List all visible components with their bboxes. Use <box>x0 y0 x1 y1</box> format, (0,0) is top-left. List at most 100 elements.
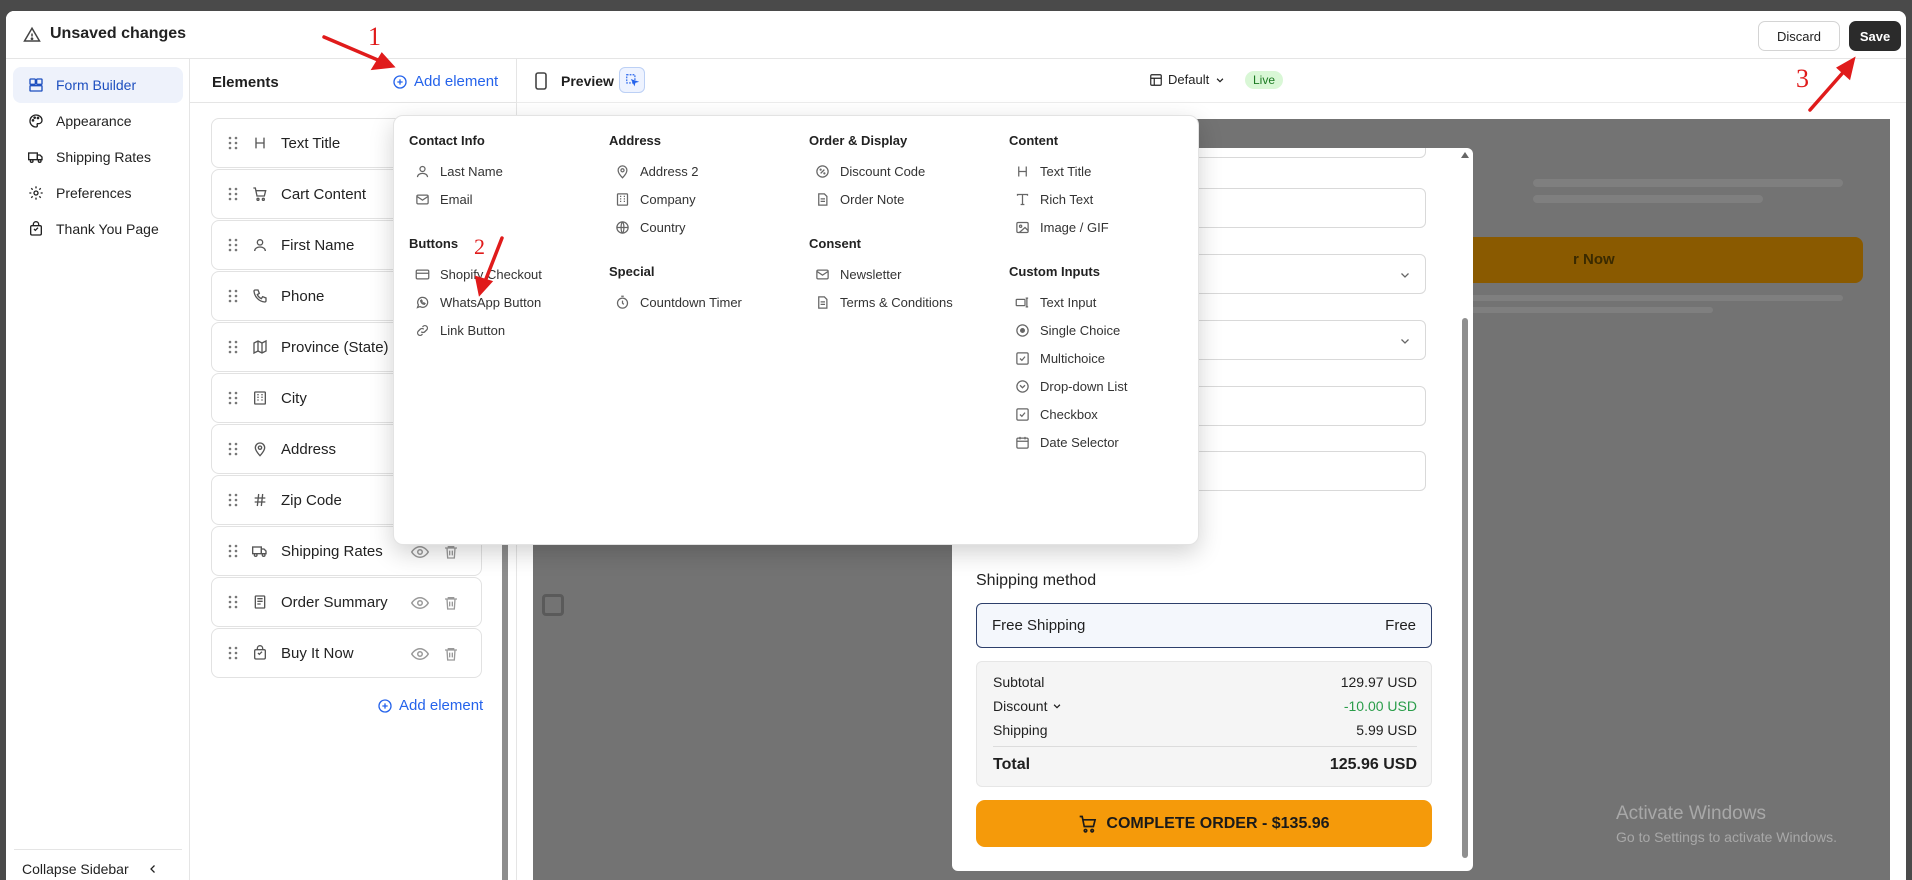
plus-circle-icon <box>378 698 392 713</box>
add-element-label: Add element <box>414 73 499 90</box>
discount-toggle[interactable]: Discount <box>993 698 1062 714</box>
backdrop-text-line <box>1463 307 1713 313</box>
drag-handle-icon[interactable] <box>228 289 238 303</box>
drag-handle-icon[interactable] <box>228 391 238 405</box>
drag-handle-icon[interactable] <box>228 238 238 252</box>
drag-handle-icon[interactable] <box>228 442 238 456</box>
menu-item-country[interactable]: Country <box>615 218 686 236</box>
menu-item-single-choice[interactable]: Single Choice <box>1015 321 1120 339</box>
menu-category-consent: Consent <box>809 236 861 251</box>
shipping-option-free[interactable]: Free Shipping Free <box>976 603 1432 648</box>
drag-handle-icon[interactable] <box>228 544 238 558</box>
menu-item-shopify-checkout[interactable]: Shopify Checkout <box>415 265 542 283</box>
summary-label: Total <box>993 756 1031 773</box>
summary-row-subtotal: Subtotal 129.97 USD <box>993 674 1417 690</box>
menu-item-email[interactable]: Email <box>415 190 473 208</box>
save-button[interactable]: Save <box>1849 21 1901 51</box>
cart-icon <box>253 187 267 201</box>
menu-item-label: Terms & Conditions <box>840 294 953 310</box>
sidebar-item-thank-you-page[interactable]: Thank You Page <box>13 211 183 247</box>
menu-item-label: Checkbox <box>1040 406 1098 422</box>
collapse-sidebar-button[interactable]: Collapse Sidebar <box>22 861 159 877</box>
menu-item-image-gif[interactable]: Image / GIF <box>1015 218 1109 236</box>
sidebar-item-form-builder[interactable]: Form Builder <box>13 67 183 103</box>
live-status-badge: Live <box>1245 71 1284 89</box>
add-element-bottom-button[interactable]: Add element <box>377 697 483 714</box>
element-label: City <box>281 389 307 407</box>
menu-item-order-note[interactable]: Order Note <box>815 190 904 208</box>
drag-handle-icon[interactable] <box>228 136 238 150</box>
menu-item-whatsapp-button[interactable]: WhatsApp Button <box>415 293 541 311</box>
menu-item-text-title[interactable]: Text Title <box>1015 162 1091 180</box>
trash-icon[interactable] <box>443 645 459 663</box>
sidebar-item-shipping-rates[interactable]: Shipping Rates <box>13 139 183 175</box>
scroll-up-arrow-icon[interactable] <box>1461 152 1469 158</box>
summary-value: 129.97 USD <box>1340 674 1417 690</box>
menu-item-date-selector[interactable]: Date Selector <box>1015 433 1119 451</box>
eye-icon[interactable] <box>411 543 429 561</box>
unsaved-changes-title: Unsaved changes <box>50 25 187 42</box>
menu-item-label: WhatsApp Button <box>440 294 542 310</box>
plus-circle-icon <box>393 74 407 89</box>
menu-item-dropdown-list[interactable]: Drop-down List <box>1015 377 1127 395</box>
menu-item-label: Date Selector <box>1040 434 1119 450</box>
menu-item-label: Image / GIF <box>1040 219 1109 235</box>
eye-icon[interactable] <box>411 594 429 612</box>
menu-item-checkbox[interactable]: Checkbox <box>1015 405 1098 423</box>
order-summary: Subtotal 129.97 USD Discount -10.00 USD … <box>976 661 1432 787</box>
menu-category-address: Address <box>609 133 662 148</box>
menu-item-discount-code[interactable]: Discount Code <box>815 162 925 180</box>
link-icon <box>417 324 428 336</box>
mobile-device-icon[interactable] <box>535 72 547 90</box>
image-icon <box>1016 221 1029 233</box>
drag-handle-icon[interactable] <box>228 187 238 201</box>
menu-item-last-name[interactable]: Last Name <box>415 162 503 180</box>
cursor-select-icon <box>626 74 639 87</box>
element-label: Text Title <box>281 134 341 152</box>
note-icon <box>818 192 828 206</box>
menu-item-terms-conditions[interactable]: Terms & Conditions <box>815 293 953 311</box>
chevron-down-icon <box>1054 704 1061 709</box>
discard-button[interactable]: Discard <box>1758 21 1840 51</box>
menu-item-rich-text[interactable]: Rich Text <box>1015 190 1093 208</box>
menu-item-newsletter[interactable]: Newsletter <box>815 265 901 283</box>
menu-item-text-input[interactable]: Text Input <box>1015 293 1096 311</box>
sidebar-item-appearance[interactable]: Appearance <box>13 103 183 139</box>
summary-label: Shipping <box>993 722 1048 738</box>
sidebar-item-preferences[interactable]: Preferences <box>13 175 183 211</box>
add-element-button[interactable]: Add element <box>392 73 498 90</box>
variant-selector[interactable]: Default <box>1149 72 1225 87</box>
drag-handle-icon[interactable] <box>228 493 238 507</box>
element-row-buy-it-now[interactable]: Buy It Now <box>211 628 482 678</box>
menu-item-label: Text Input <box>1040 294 1097 310</box>
trash-icon[interactable] <box>443 594 459 612</box>
eye-icon[interactable] <box>411 645 429 663</box>
drag-handle-icon[interactable] <box>228 646 238 660</box>
drag-handle-icon[interactable] <box>228 595 238 609</box>
menu-item-multichoice[interactable]: Multichoice <box>1015 349 1105 367</box>
radio-icon <box>1016 323 1029 337</box>
complete-order-button[interactable]: COMPLETE ORDER - $135.96 <box>976 800 1432 847</box>
heading-icon <box>255 137 265 149</box>
menu-item-address-2[interactable]: Address 2 <box>615 162 699 180</box>
shipping-option-name: Free Shipping <box>992 617 1086 634</box>
map-icon <box>253 339 267 355</box>
menu-item-link-button[interactable]: Link Button <box>415 321 505 339</box>
trash-icon[interactable] <box>443 543 459 561</box>
element-row-order-summary[interactable]: Order Summary <box>211 577 482 627</box>
menu-item-label: Drop-down List <box>1040 378 1128 394</box>
modal-scrollbar[interactable] <box>1462 318 1468 858</box>
menu-item-countdown-timer[interactable]: Countdown Timer <box>615 293 742 311</box>
drag-handle-icon[interactable] <box>228 340 238 354</box>
mail-icon <box>816 269 829 279</box>
menu-item-company[interactable]: Company <box>615 190 696 208</box>
add-element-menu: Contact Info Last Name Email Buttons Sho… <box>393 115 1199 545</box>
type-icon <box>1016 193 1029 205</box>
menu-item-label: Text Title <box>1040 163 1092 179</box>
inspect-toggle-button[interactable] <box>619 67 645 93</box>
element-label: First Name <box>281 236 355 254</box>
menu-item-label: Company <box>640 191 696 207</box>
backdrop-text-line <box>1533 195 1763 203</box>
shipping-method-title: Shipping method <box>976 572 1097 589</box>
percent-icon <box>816 164 829 178</box>
